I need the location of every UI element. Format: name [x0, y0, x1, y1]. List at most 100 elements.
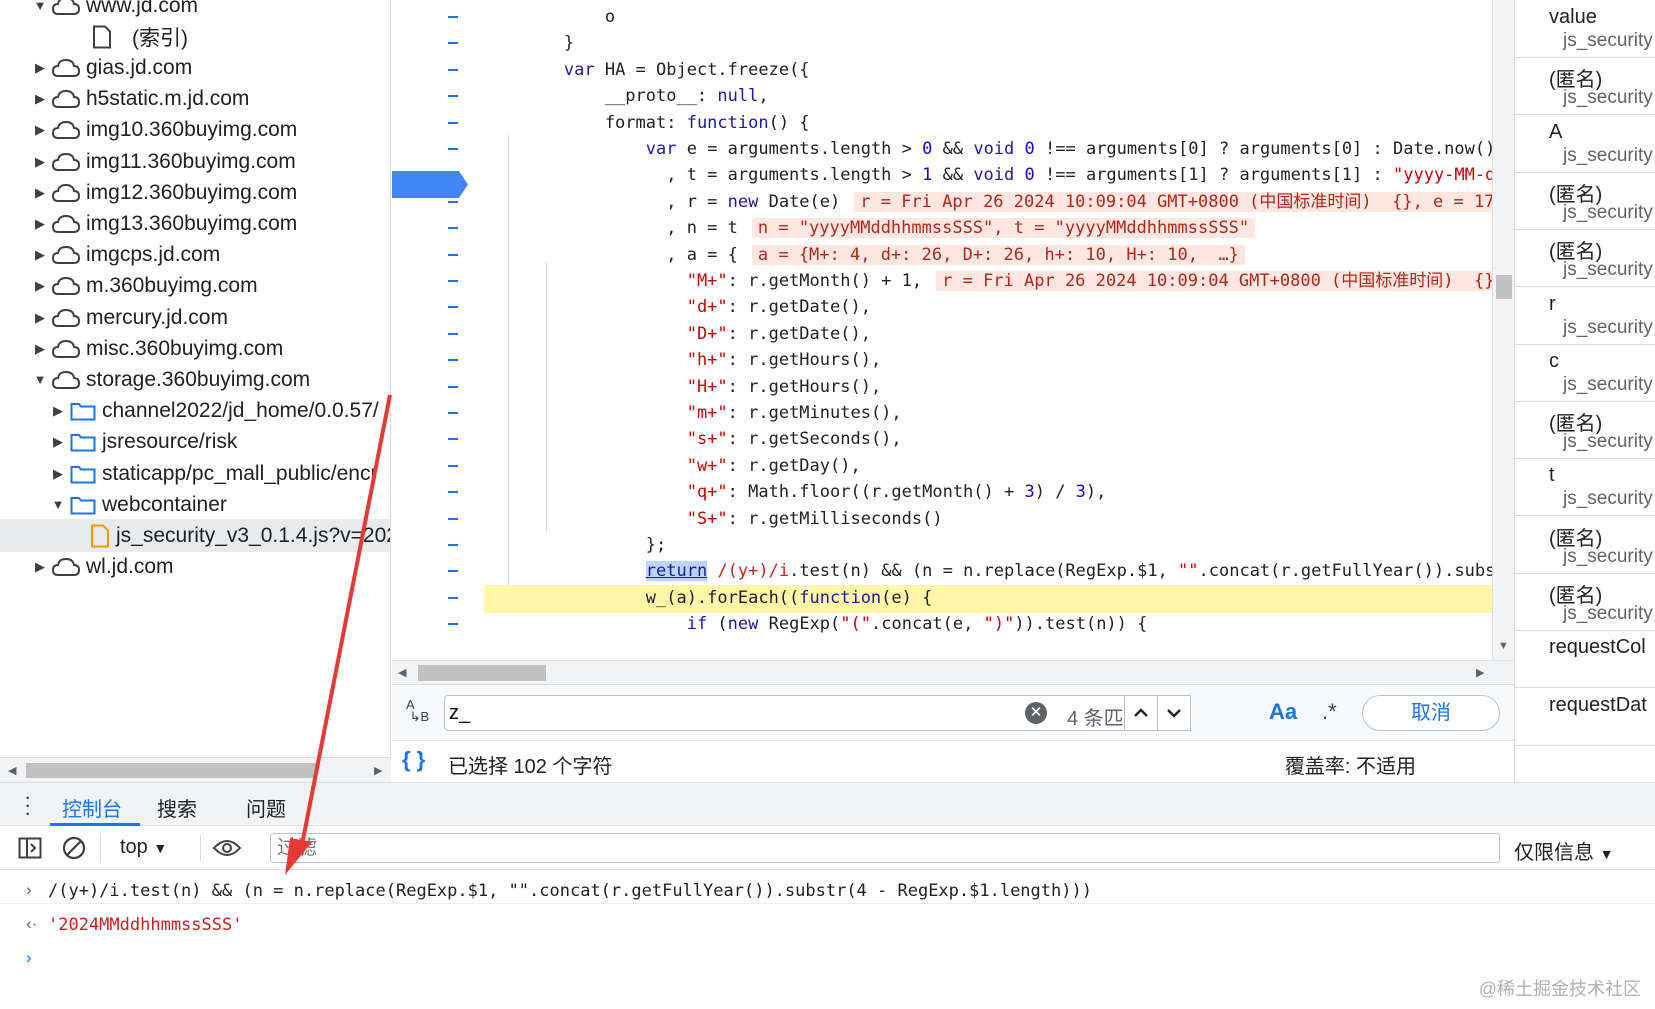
- tree-item[interactable]: ▶ img10.360buyimg.com: [0, 114, 390, 147]
- tree-item[interactable]: ▼ webcontainer: [0, 488, 390, 521]
- clear-icon[interactable]: ✕: [1025, 702, 1047, 724]
- cloud-icon: [52, 308, 80, 328]
- collapsed-triangle-icon[interactable]: ▶: [32, 185, 48, 201]
- collapsed-triangle-icon[interactable]: ▶: [50, 466, 66, 482]
- tab-search[interactable]: 搜索: [157, 793, 197, 822]
- tree-item[interactable]: ▶ misc.360buyimg.com: [0, 332, 390, 365]
- next-match-button[interactable]: [1157, 695, 1191, 731]
- scroll-right-icon[interactable]: ▶: [374, 764, 382, 777]
- collapsed-triangle-icon[interactable]: ▶: [32, 559, 48, 575]
- expanded-triangle-icon[interactable]: ▼: [50, 497, 66, 512]
- line-marker: [448, 332, 458, 335]
- call-frame[interactable]: (匿名) js_security: [1515, 514, 1655, 574]
- code-line: };: [482, 532, 666, 559]
- scrollbar-thumb[interactable]: [418, 665, 546, 681]
- sidebar-toggle-icon[interactable]: [18, 837, 42, 859]
- scroll-right-icon[interactable]: ▶: [1476, 666, 1484, 679]
- call-frame[interactable]: (匿名) js_security: [1515, 55, 1655, 116]
- tree-item[interactable]: ▶ staticapp/pc_mall_public/encr: [0, 457, 390, 490]
- tree-item-label: misc.360buyimg.com: [86, 336, 284, 360]
- call-frame[interactable]: (匿名) js_security: [1515, 571, 1655, 631]
- tree-item[interactable]: ▶ wl.jd.com: [0, 551, 390, 584]
- call-frame[interactable]: (匿名) js_security: [1515, 170, 1655, 230]
- scrollbar-thumb[interactable]: [26, 763, 316, 778]
- code-horizontal-scrollbar[interactable]: ◀ ▶: [392, 660, 1514, 684]
- tree-item[interactable]: ▼ storage.360buyimg.com: [0, 363, 390, 396]
- call-frame[interactable]: requestDat: [1515, 686, 1655, 746]
- tree-item[interactable]: ▶ img11.360buyimg.com: [0, 145, 390, 178]
- cloud-icon: [52, 214, 80, 234]
- expanded-triangle-icon[interactable]: ▼: [32, 372, 48, 387]
- tree-item[interactable]: (索引): [0, 20, 390, 53]
- tree-item[interactable]: ▶ img12.360buyimg.com: [0, 176, 390, 209]
- tree-item-label: storage.360buyimg.com: [86, 367, 311, 391]
- collapsed-triangle-icon[interactable]: ▶: [32, 216, 48, 232]
- collapsed-triangle-icon[interactable]: ▶: [32, 91, 48, 107]
- code-line: , r = new Date(e) r = Fri Apr 26 2024 10:…: [482, 189, 1492, 216]
- call-frame[interactable]: (匿名) js_security: [1515, 227, 1655, 288]
- tree-item-label: img12.360buyimg.com: [86, 180, 298, 204]
- tree-horizontal-scrollbar[interactable]: ◀ ▶: [0, 757, 391, 782]
- breakpoint-marker[interactable]: [392, 171, 468, 198]
- collapsed-triangle-icon[interactable]: ▶: [32, 341, 48, 357]
- scroll-down-icon[interactable]: ▼: [1498, 640, 1509, 652]
- code-vertical-scrollbar[interactable]: ▼: [1492, 0, 1514, 660]
- line-marker: [448, 121, 458, 124]
- tree-item[interactable]: ▶ imgcps.jd.com: [0, 239, 390, 272]
- tree-item[interactable]: js_security_v3_0.1.4.js?v=202: [0, 519, 390, 553]
- tree-item-label: img11.360buyimg.com: [86, 149, 296, 173]
- call-frame[interactable]: t js_security: [1515, 456, 1655, 517]
- cancel-button[interactable]: 取消: [1362, 695, 1500, 731]
- collapsed-triangle-icon[interactable]: ▶: [32, 247, 48, 263]
- regex-button[interactable]: .*: [1322, 699, 1337, 725]
- more-options-icon[interactable]: · · ·: [24, 786, 31, 824]
- call-frame-source: js_security: [1563, 545, 1653, 567]
- tab-console[interactable]: 控制台: [62, 793, 122, 822]
- collapsed-triangle-icon[interactable]: ▶: [32, 278, 48, 294]
- tab-issues[interactable]: 问题: [246, 793, 286, 822]
- tree-item[interactable]: ▶ gias.jd.com: [0, 51, 390, 84]
- filter-input[interactable]: [270, 833, 1500, 863]
- collapsed-triangle-icon[interactable]: ▶: [50, 403, 66, 419]
- code-line: "d+": r.getDate(),: [482, 294, 871, 321]
- tree-item[interactable]: ▶ m.360buyimg.com: [0, 270, 390, 303]
- collapsed-triangle-icon[interactable]: ▶: [32, 122, 48, 138]
- collapsed-triangle-icon[interactable]: ▶: [32, 154, 48, 170]
- tree-item[interactable]: ▶ h5static.m.jd.com: [0, 83, 390, 116]
- tree-item[interactable]: ▶ mercury.jd.com: [0, 301, 390, 334]
- call-frame[interactable]: (匿名) js_security: [1515, 399, 1655, 460]
- call-frame[interactable]: requestCol: [1515, 628, 1655, 689]
- call-frame-source: js_security: [1563, 603, 1653, 624]
- log-levels-dropdown[interactable]: 仅限信息 ▼: [1514, 836, 1613, 865]
- call-frame[interactable]: value js_security: [1515, 0, 1655, 58]
- eye-icon[interactable]: [212, 838, 242, 858]
- replace-toggle-icon[interactable]: A ↳B: [406, 698, 429, 723]
- console-toolbar: top ▼ 仅限信息 ▼: [0, 826, 1655, 870]
- scroll-left-icon[interactable]: ◀: [8, 764, 16, 777]
- line-gutter[interactable]: [392, 0, 490, 660]
- match-case-button[interactable]: Aa: [1269, 699, 1297, 725]
- clear-console-icon[interactable]: [62, 836, 86, 860]
- collapsed-triangle-icon[interactable]: ▶: [32, 310, 48, 326]
- code-text: }: [482, 33, 575, 54]
- tree-item[interactable]: ▶ channel2022/jd_home/0.0.57/: [0, 395, 390, 428]
- scroll-left-icon[interactable]: ◀: [398, 666, 406, 679]
- code-editor[interactable]: o } var HA = Object.freeze({ __proto__: …: [392, 0, 1492, 660]
- tree-item[interactable]: ▼ www.jd.com: [0, 0, 390, 22]
- expanded-triangle-icon[interactable]: ▼: [32, 0, 48, 13]
- collapsed-triangle-icon[interactable]: ▶: [50, 434, 66, 450]
- console-prompt-row[interactable]: ›: [0, 946, 1655, 972]
- collapsed-triangle-icon[interactable]: ▶: [32, 60, 48, 76]
- pretty-print-icon[interactable]: { }: [402, 747, 425, 773]
- previous-match-button[interactable]: [1124, 695, 1158, 731]
- scrollbar-thumb[interactable]: [1496, 275, 1512, 299]
- call-frame[interactable]: c js_security: [1515, 342, 1655, 402]
- tree-item[interactable]: ▶ img13.360buyimg.com: [0, 207, 390, 240]
- tree-item[interactable]: ▶ jsresource/risk: [0, 426, 390, 459]
- context-selector[interactable]: top ▼: [120, 836, 167, 859]
- call-frame[interactable]: Ajs_security: [1515, 113, 1655, 173]
- console-output[interactable]: › /(y+)/i.test(n) && (n = n.replace(RegE…: [0, 870, 1655, 1009]
- search-field[interactable]: ✕ 4 条匹配结果: [444, 695, 1190, 731]
- call-frame[interactable]: r js_security: [1515, 285, 1655, 345]
- search-input[interactable]: [449, 698, 1019, 728]
